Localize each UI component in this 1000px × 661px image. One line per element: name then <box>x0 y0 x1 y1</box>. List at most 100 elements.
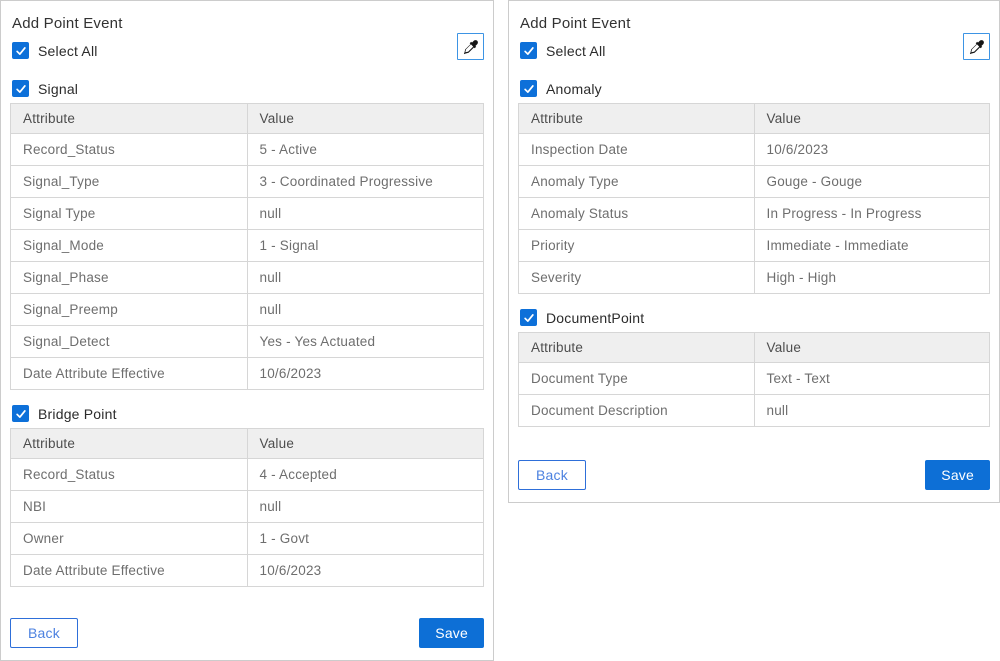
value-cell: Text - Text <box>754 363 990 395</box>
event-layer-section: Anomaly Attribute Value Inspection Date … <box>518 80 990 294</box>
column-header-value: Value <box>754 104 990 134</box>
table-header-row: Attribute Value <box>11 429 484 459</box>
column-header-value: Value <box>247 104 484 134</box>
checkbox-checked-icon[interactable] <box>520 80 537 97</box>
value-cell: null <box>247 491 484 523</box>
layer-checkbox[interactable]: Bridge Point <box>12 405 484 422</box>
attribute-cell: Signal_Mode <box>11 230 248 262</box>
attribute-cell: Record_Status <box>11 459 248 491</box>
attribute-table: Attribute Value Record_Status 5 - Active… <box>10 103 484 390</box>
value-cell: High - High <box>754 262 990 294</box>
panel-footer: Back Save <box>518 460 990 490</box>
column-header-value: Value <box>247 429 484 459</box>
layer-label: Bridge Point <box>38 406 117 422</box>
save-button[interactable]: Save <box>419 618 484 648</box>
value-cell: Gouge - Gouge <box>754 166 990 198</box>
table-row: Signal Type null <box>11 198 484 230</box>
table-body: Document Type Text - Text Document Descr… <box>519 363 990 427</box>
table-row: Signal_Type 3 - Coordinated Progressive <box>11 166 484 198</box>
table-row: Date Attribute Effective 10/6/2023 <box>11 358 484 390</box>
column-header-value: Value <box>754 333 990 363</box>
value-cell: null <box>754 395 990 427</box>
attribute-cell: Document Type <box>519 363 755 395</box>
checkmark-icon <box>15 45 27 57</box>
attribute-table: Attribute Value Record_Status 4 - Accept… <box>10 428 484 587</box>
checkbox-checked-icon[interactable] <box>12 405 29 422</box>
table-row: Date Attribute Effective 10/6/2023 <box>11 555 484 587</box>
checkbox-checked-icon[interactable] <box>520 42 537 59</box>
table-body: Inspection Date 10/6/2023 Anomaly Type G… <box>519 134 990 294</box>
attribute-table: Attribute Value Inspection Date 10/6/202… <box>518 103 990 294</box>
save-button[interactable]: Save <box>925 460 990 490</box>
checkbox-checked-icon[interactable] <box>12 80 29 97</box>
attribute-cell: Priority <box>519 230 755 262</box>
back-button[interactable]: Back <box>10 618 78 648</box>
attribute-cell: Record_Status <box>11 134 248 166</box>
attribute-cell: Inspection Date <box>519 134 755 166</box>
eyedropper-button[interactable] <box>457 33 484 60</box>
value-cell: Immediate - Immediate <box>754 230 990 262</box>
checkmark-icon <box>523 312 535 324</box>
value-cell: Yes - Yes Actuated <box>247 326 484 358</box>
column-header-attribute: Attribute <box>11 429 248 459</box>
value-cell: 5 - Active <box>247 134 484 166</box>
eyedropper-icon <box>463 39 479 55</box>
select-all-checkbox[interactable]: Select All <box>520 42 990 59</box>
layer-checkbox[interactable]: Anomaly <box>520 80 990 97</box>
value-cell: null <box>247 262 484 294</box>
value-cell: 1 - Signal <box>247 230 484 262</box>
table-row: Signal_Phase null <box>11 262 484 294</box>
value-cell: 10/6/2023 <box>247 358 484 390</box>
attribute-cell: Anomaly Type <box>519 166 755 198</box>
checkbox-checked-icon[interactable] <box>520 309 537 326</box>
sections-container: Signal Attribute Value Record_Status 5 -… <box>10 80 484 602</box>
attribute-cell: Date Attribute Effective <box>11 555 248 587</box>
attribute-cell: Severity <box>519 262 755 294</box>
attribute-table: Attribute Value Document Type Text - Tex… <box>518 332 990 427</box>
table-body: Record_Status 4 - Accepted NBI null Owne… <box>11 459 484 587</box>
column-header-attribute: Attribute <box>519 104 755 134</box>
value-cell: 10/6/2023 <box>754 134 990 166</box>
table-row: Anomaly Type Gouge - Gouge <box>519 166 990 198</box>
select-all-label: Select All <box>546 43 606 59</box>
layer-checkbox[interactable]: Signal <box>12 80 484 97</box>
layer-checkbox[interactable]: DocumentPoint <box>520 309 990 326</box>
column-header-attribute: Attribute <box>11 104 248 134</box>
table-header-row: Attribute Value <box>519 333 990 363</box>
checkmark-icon <box>15 408 27 420</box>
attribute-cell: Signal_Detect <box>11 326 248 358</box>
value-cell: In Progress - In Progress <box>754 198 990 230</box>
table-row: Document Type Text - Text <box>519 363 990 395</box>
table-row: Document Description null <box>519 395 990 427</box>
table-row: Inspection Date 10/6/2023 <box>519 134 990 166</box>
checkmark-icon <box>523 45 535 57</box>
value-cell: null <box>247 294 484 326</box>
table-row: Signal_Preemp null <box>11 294 484 326</box>
checkmark-icon <box>15 83 27 95</box>
value-cell: 4 - Accepted <box>247 459 484 491</box>
table-row: Severity High - High <box>519 262 990 294</box>
table-row: Signal_Mode 1 - Signal <box>11 230 484 262</box>
select-all-checkbox[interactable]: Select All <box>12 42 484 59</box>
eyedropper-icon <box>969 39 985 55</box>
value-cell: 1 - Govt <box>247 523 484 555</box>
value-cell: 10/6/2023 <box>247 555 484 587</box>
add-point-event-panel: Add Point Event Select All Anomaly <box>508 0 1000 503</box>
layer-label: Signal <box>38 81 78 97</box>
checkbox-checked-icon[interactable] <box>12 42 29 59</box>
layer-label: DocumentPoint <box>546 310 644 326</box>
back-button[interactable]: Back <box>518 460 586 490</box>
select-all-label: Select All <box>38 43 98 59</box>
table-row: Record_Status 4 - Accepted <box>11 459 484 491</box>
attribute-cell: Owner <box>11 523 248 555</box>
table-row: Signal_Detect Yes - Yes Actuated <box>11 326 484 358</box>
attribute-cell: Document Description <box>519 395 755 427</box>
eyedropper-button[interactable] <box>963 33 990 60</box>
checkmark-icon <box>523 83 535 95</box>
attribute-cell: Date Attribute Effective <box>11 358 248 390</box>
table-header-row: Attribute Value <box>519 104 990 134</box>
attribute-cell: NBI <box>11 491 248 523</box>
table-header-row: Attribute Value <box>11 104 484 134</box>
attribute-cell: Anomaly Status <box>519 198 755 230</box>
column-header-attribute: Attribute <box>519 333 755 363</box>
